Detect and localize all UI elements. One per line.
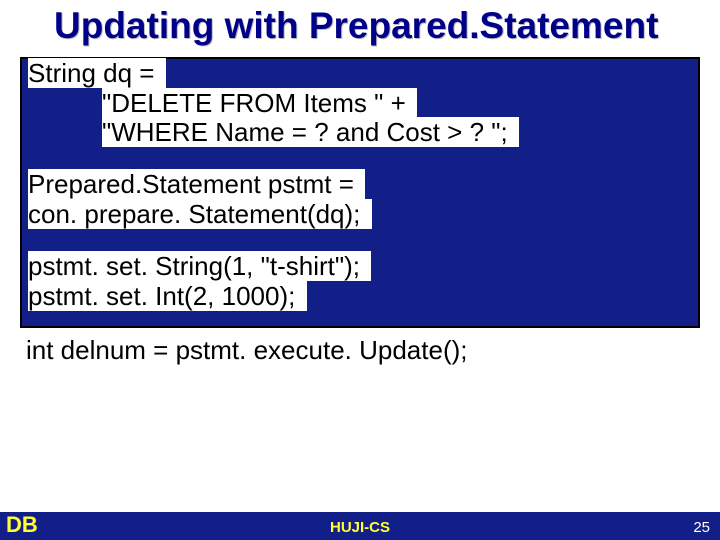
code-line-4: Prepared.Statement pstmt = bbox=[28, 169, 365, 199]
code-line-5: con. prepare. Statement(dq); bbox=[28, 199, 372, 229]
code-line-3: "WHERE Name = ? and Cost > ? "; bbox=[102, 117, 519, 147]
code-line-6: pstmt. set. String(1, "t-shirt"); bbox=[28, 251, 371, 281]
code-line-1: String dq = bbox=[28, 58, 166, 88]
footer-center: HUJI-CS bbox=[0, 519, 720, 536]
code-box: String dq = "DELETE FROM Items " + "WHER… bbox=[20, 57, 700, 328]
footer-bar: DB HUJI-CS 25 bbox=[0, 512, 720, 540]
code-line-2: "DELETE FROM Items " + bbox=[102, 88, 417, 118]
code-below-box: int delnum = pstmt. execute. Update(); bbox=[20, 336, 700, 366]
slide-title: Updating with Prepared.Statement bbox=[0, 0, 720, 53]
code-line-7: pstmt. set. Int(2, 1000); bbox=[28, 281, 307, 311]
code-line-outside: int delnum = pstmt. execute. Update(); bbox=[20, 336, 700, 366]
page-number: 25 bbox=[693, 519, 710, 536]
